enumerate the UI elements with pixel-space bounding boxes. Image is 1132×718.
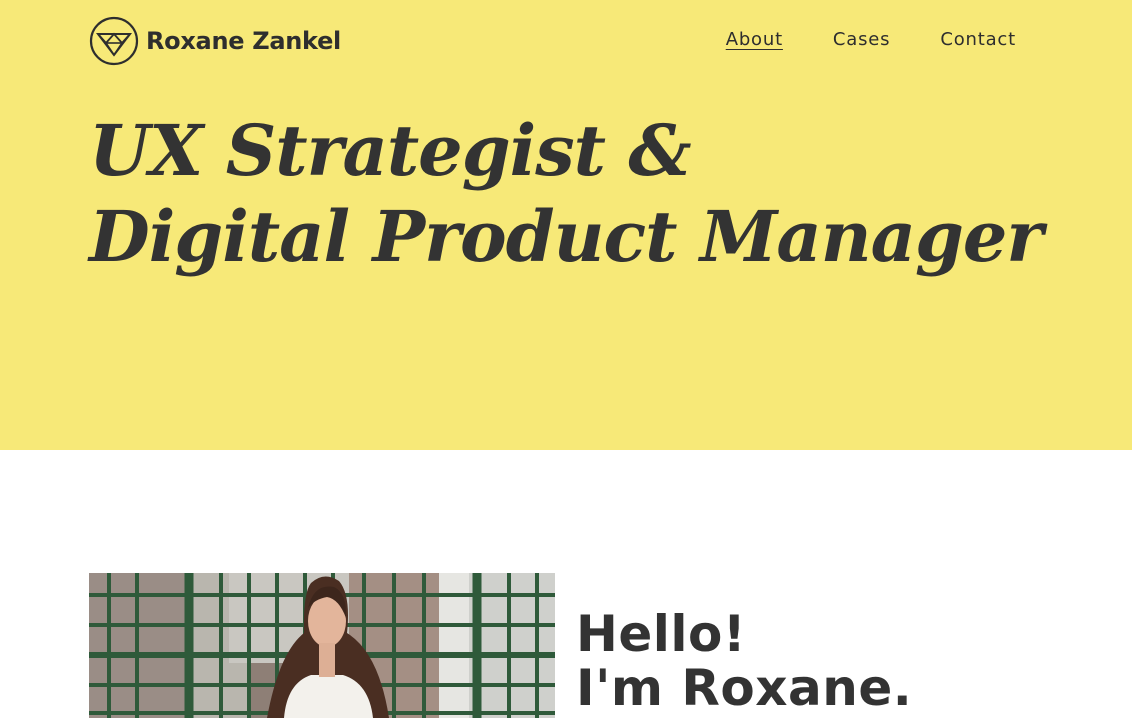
greeting-line-2: I'm Roxane.: [576, 659, 913, 717]
nav-link-contact[interactable]: Contact: [940, 29, 1016, 50]
hero-section: Roxane Zankel About Cases Contact UX Str…: [0, 0, 1132, 450]
nav-link-cases[interactable]: Cases: [833, 29, 890, 50]
portrait-photo: [89, 573, 555, 718]
hero-headline: UX Strategist & Digital Product Manager: [89, 108, 1043, 280]
site-logo-link[interactable]: Roxane Zankel: [89, 16, 341, 66]
diamond-fox-circle-icon: [89, 16, 139, 66]
hero-headline-line-2: Digital Product Manager: [89, 195, 1043, 278]
nav-link-about[interactable]: About: [726, 29, 783, 50]
hero-headline-line-1: UX Strategist &: [89, 109, 692, 192]
greeting-heading: Hello! I'm Roxane.: [576, 607, 912, 715]
main-nav: About Cases Contact: [726, 29, 1016, 50]
site-name: Roxane Zankel: [146, 27, 341, 55]
greeting-line-1: Hello!: [576, 605, 747, 663]
